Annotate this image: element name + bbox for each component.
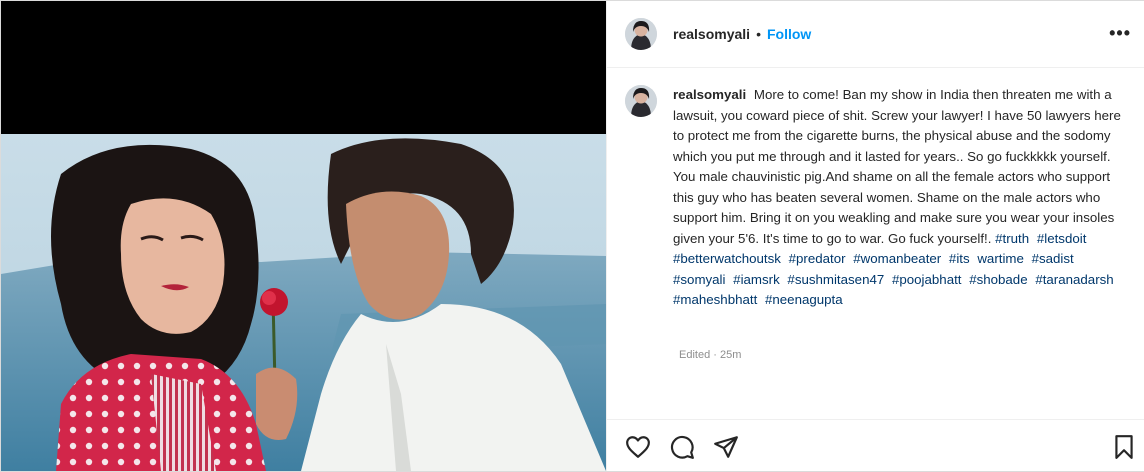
hashtag-link[interactable]: #iamsrk	[733, 272, 780, 287]
letterbox-band	[1, 1, 606, 134]
hashtag-link[interactable]: #maheshbhatt	[673, 292, 757, 307]
post-media[interactable]	[1, 1, 606, 471]
paper-plane-icon[interactable]	[713, 434, 739, 460]
caption-avatar[interactable]	[625, 85, 657, 117]
hashtag-link[interactable]: #truth	[995, 231, 1029, 246]
hashtag-link[interactable]: #its	[949, 251, 970, 266]
hashtag-link[interactable]: #neenagupta	[765, 292, 843, 307]
hashtag-link[interactable]: #letsdoit	[1037, 231, 1087, 246]
avatar[interactable]	[625, 18, 657, 50]
hashtag-link[interactable]: #somyali	[673, 272, 725, 287]
hashtag-link[interactable]: wartime	[977, 251, 1024, 266]
caption-text: realsomyali More to come! Ban my show in…	[673, 85, 1125, 311]
hashtag-link[interactable]: #taranadarsh	[1035, 272, 1113, 287]
hashtag-link[interactable]: #poojabhatt	[892, 272, 962, 287]
heart-icon[interactable]	[625, 434, 651, 460]
instagram-post: realsomyali • Follow ••• realsomyali Mor…	[0, 0, 1144, 472]
hashtag-link[interactable]: #sadist	[1032, 251, 1074, 266]
more-options-icon[interactable]: •••	[1109, 23, 1131, 44]
action-bar	[607, 419, 1144, 472]
separator-dot: •	[756, 26, 761, 42]
follow-button[interactable]: Follow	[767, 26, 811, 42]
comments-area[interactable]: realsomyali More to come! Ban my show in…	[607, 67, 1144, 419]
post-photo	[1, 134, 606, 471]
hashtag-link[interactable]: #shobade	[969, 272, 1027, 287]
hashtag-link[interactable]: #womanbeater	[853, 251, 941, 266]
username-link[interactable]: realsomyali	[673, 26, 750, 42]
post-side-panel: realsomyali • Follow ••• realsomyali Mor…	[606, 1, 1144, 471]
hashtag-link[interactable]: #predator	[789, 251, 846, 266]
edited-timestamp: Edited · 25m	[679, 349, 742, 361]
hashtag-link[interactable]: #sushmitasen47	[787, 272, 884, 287]
caption-body: More to come! Ban my show in India then …	[673, 87, 1121, 246]
caption-username[interactable]: realsomyali	[673, 87, 746, 102]
comment-icon[interactable]	[669, 434, 695, 460]
post-header: realsomyali • Follow •••	[607, 1, 1144, 68]
hashtag-link[interactable]: #betterwatchoutsk	[673, 251, 781, 266]
bookmark-icon[interactable]	[1111, 434, 1137, 460]
caption-row: realsomyali More to come! Ban my show in…	[625, 85, 1125, 311]
